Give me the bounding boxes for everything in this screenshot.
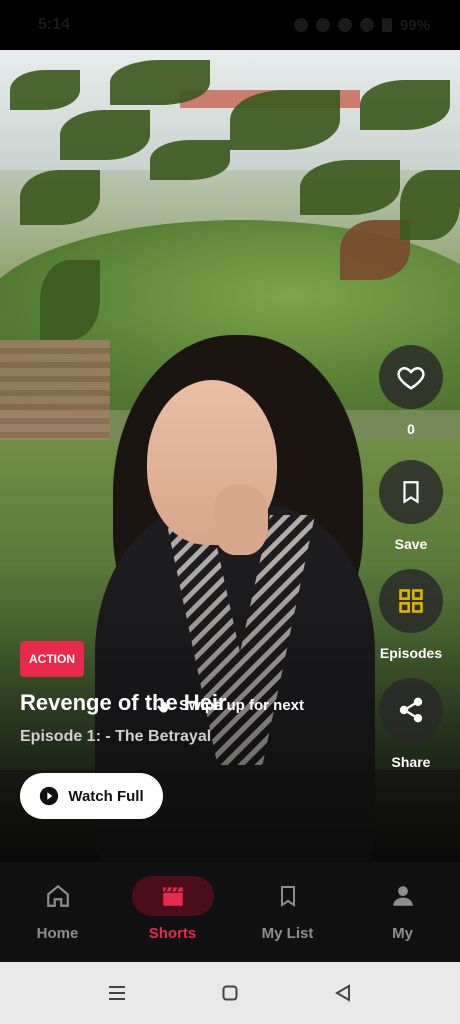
clapperboard-icon (162, 886, 183, 906)
nav-my-label: My (392, 925, 413, 942)
like-circle[interactable] (379, 345, 443, 409)
profile-icon (392, 886, 413, 906)
square-home-icon (222, 985, 238, 1001)
back-button[interactable] (323, 973, 363, 1013)
nav-home-label: Home (36, 925, 79, 942)
save-button[interactable]: Save (379, 460, 443, 553)
nav-my-list-icon-wrap[interactable] (247, 876, 329, 916)
like-count: 0 (407, 421, 415, 437)
watch-full-button[interactable]: Watch Full (20, 773, 163, 819)
vibrate-icon (315, 18, 330, 32)
recents-button[interactable] (97, 973, 137, 1013)
like-button[interactable]: 0 (379, 345, 443, 438)
episodes-circle[interactable] (379, 569, 443, 633)
system-nav-bar (0, 962, 460, 1024)
save-label: Save (394, 536, 428, 552)
video-foliage (0, 50, 460, 350)
genre-badge[interactable]: ACTION (20, 641, 84, 677)
episodes-label: Episodes (379, 645, 443, 661)
play-circle-icon (40, 786, 59, 806)
recents-icon (108, 986, 125, 1000)
bookmark-icon (280, 886, 295, 907)
bookmark-icon (403, 481, 419, 504)
nav-shorts[interactable]: Shorts (127, 876, 219, 942)
video-steps (0, 340, 110, 450)
share-button[interactable]: Share (379, 678, 443, 771)
nav-shorts-label: Shorts (148, 925, 197, 942)
episodes-button[interactable]: Episodes (379, 569, 443, 662)
nav-home-icon-wrap[interactable] (17, 876, 99, 916)
grid-icon (399, 589, 423, 613)
action-column: 0 Save Episodes Share (379, 345, 443, 787)
watch-full-label: Watch Full (68, 787, 144, 805)
home-system-button[interactable] (210, 973, 250, 1013)
status-bar: 5:14 99% (0, 0, 460, 50)
share-circle[interactable] (379, 678, 443, 742)
home-icon (46, 884, 69, 907)
wifi-icon (337, 18, 352, 32)
status-time: 5:14 (38, 16, 71, 33)
swipe-hint: Swipe up for next (155, 696, 304, 714)
nav-shorts-icon-wrap[interactable] (131, 876, 214, 916)
signal-icon (359, 18, 374, 32)
nav-my[interactable]: My (357, 876, 449, 942)
nav-my-list-label: My List (261, 925, 314, 942)
bottom-nav: Home Shorts My List My (0, 862, 460, 962)
swipe-hand-icon (157, 698, 168, 713)
battery-icon (381, 18, 392, 32)
share-icon (399, 697, 423, 723)
save-circle[interactable] (379, 460, 443, 524)
nav-my-icon-wrap[interactable] (362, 876, 444, 916)
heart-icon (397, 366, 425, 390)
nav-my-list[interactable]: My List (242, 876, 334, 942)
back-triangle-icon (335, 984, 351, 1002)
status-icons: 99% (293, 16, 430, 34)
battery-percent: 99% (399, 16, 430, 34)
episode-title: Episode 1: - The Betrayal (20, 728, 212, 745)
share-label: Share (391, 754, 431, 770)
swipe-hint-text: Swipe up for next (179, 696, 305, 714)
nav-home[interactable]: Home (12, 876, 104, 942)
notification-icon (293, 18, 308, 32)
